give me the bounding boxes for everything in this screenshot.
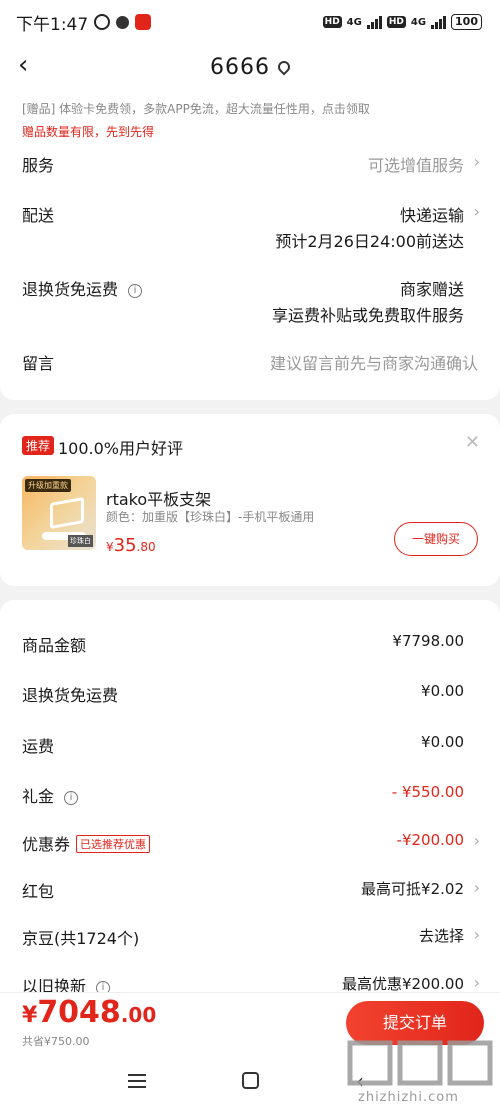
trade-in-value: 最高优惠¥200.00 [341, 975, 464, 993]
network-label-1: 4G [346, 16, 362, 28]
service-label: 服务 [22, 156, 55, 175]
message-row[interactable]: 留言 建议留言前先与商家沟通确认 [22, 350, 478, 376]
product-name[interactable]: rtako平板支架 [106, 486, 211, 510]
info-icon[interactable]: i [128, 284, 143, 298]
chevron-right-icon: › [473, 202, 480, 221]
gift-money-row: 礼金 i - ¥550.00 [22, 783, 478, 807]
info-icon[interactable]: i [64, 791, 79, 805]
alarm-icon [94, 14, 111, 30]
status-time: 下午1:47 [16, 14, 89, 35]
page-title[interactable]: 6666 [210, 55, 270, 80]
status-right: HD 4G HD 4G 100 [322, 14, 482, 30]
gift-money-label: 礼金 i [22, 783, 79, 807]
product-price: ¥35.80 [106, 535, 156, 556]
delivery-row[interactable]: 配送 快递运输 预计2月26日24:00前送达 › [22, 202, 480, 254]
return-fee-label-text: 退换货免运费 [22, 280, 119, 299]
goods-amount-label: 商品金额 [22, 636, 87, 655]
network-label-2: 4G [410, 16, 427, 28]
recommend-tag: 推荐 [22, 436, 55, 455]
gift-money-value: - ¥550.00 [391, 783, 464, 801]
redpack-value: 最高可抵¥2.02 [361, 880, 464, 898]
amount-summary-card: 商品金额 ¥7798.00 退换货免运费 ¥0.00 运费 ¥0.00 礼金 i … [0, 600, 500, 1020]
return-fee-value: 商家赠送 [399, 280, 464, 299]
return-fee-row[interactable]: 退换货免运费 i 商家赠送 享运费补贴或免费取件服务 [22, 276, 478, 328]
return-shipping-row: 退换货免运费 ¥0.00 [22, 682, 478, 706]
menu-icon[interactable] [128, 1074, 146, 1088]
price-int: 35 [113, 535, 137, 556]
chevron-right-icon: › [473, 973, 480, 992]
delivery-eta: 预计2月26日24:00前送达 [275, 232, 464, 251]
coupon-badge: 已选推荐优惠 [76, 835, 151, 853]
gift-money-label-text: 礼金 [22, 787, 55, 806]
app-notification-icon [135, 14, 152, 30]
return-shipping-label: 退换货免运费 [22, 686, 119, 705]
back-icon[interactable]: ‹ [18, 52, 42, 78]
order-total: ¥7048.00 [22, 995, 156, 1030]
coupon-label: 优惠券 已选推荐优惠 [22, 831, 151, 855]
header: ‹ 6666 [0, 44, 500, 90]
goods-amount-value: ¥7798.00 [392, 632, 464, 650]
jd-beans-value: 去选择 [418, 927, 464, 945]
total-dec: .00 [120, 1003, 157, 1027]
notification-dot-icon [116, 15, 130, 29]
goods-amount-row: 商品金额 ¥7798.00 [22, 632, 478, 656]
order-options-card: [赠品] 体验卡免费领，多款APP免流，超大流量任性用，点击领取 赠品数量有限，… [0, 90, 500, 400]
coupon-label-text: 优惠券 [22, 835, 71, 854]
coupon-value: -¥200.00 [396, 831, 464, 849]
recommend-title: 100.0%用户好评 [58, 439, 184, 458]
service-value: 可选增值服务 [367, 156, 464, 175]
chevron-right-icon: › [473, 925, 480, 944]
shipping-value: ¥0.00 [421, 733, 464, 751]
message-label: 留言 [22, 354, 55, 373]
hd-icon-2: HD [386, 16, 406, 28]
product-spec: 颜色：加重版【珍珠白】-手机平板通用 [106, 510, 315, 524]
gift-line[interactable]: [赠品] 体验卡免费领，多款APP免流，超大流量任性用，点击领取 [22, 100, 370, 117]
message-input[interactable]: 建议留言前先与商家沟通确认 [270, 350, 478, 374]
total-saved: 共省¥750.00 [22, 1035, 90, 1048]
product-thumbnail[interactable]: 升级加重款 珍珠白 [22, 476, 96, 550]
price-dec: .80 [136, 540, 156, 554]
redpack-row[interactable]: 红包 最高可抵¥2.02 › [22, 878, 480, 902]
one-click-buy-button[interactable]: 一键购买 [394, 522, 478, 556]
return-fee-sub: 享运费补贴或免费取件服务 [271, 306, 464, 325]
gift-warning: 赠品数量有限，先到先得 [22, 125, 155, 139]
total-currency: ¥ [22, 1003, 38, 1028]
shipping-row: 运费 ¥0.00 [22, 733, 478, 757]
chevron-right-icon: › [473, 878, 480, 897]
status-bar: 下午1:47 HD 4G HD 4G 100 [0, 0, 500, 44]
status-left: 下午1:47 [16, 10, 152, 35]
thumbnail-tag: 升级加重款 [25, 479, 71, 492]
shipping-label: 运费 [22, 737, 55, 756]
home-icon[interactable] [242, 1072, 259, 1089]
chevron-right-icon: › [473, 831, 480, 850]
thumbnail-color-tag: 珍珠白 [68, 535, 93, 547]
close-icon[interactable]: ✕ [465, 432, 480, 453]
jd-beans-row[interactable]: 京豆(共1724个) 去选择 › [22, 925, 480, 949]
battery-icon: 100 [451, 14, 482, 30]
delivery-label: 配送 [22, 206, 55, 225]
return-fee-label: 退换货免运费 i [22, 276, 143, 300]
jd-beans-label: 京豆(共1724个) [22, 929, 140, 948]
tablet-stand-graphic [50, 497, 84, 529]
signal-icon [366, 15, 382, 29]
recommend-card: 推荐 100.0%用户好评 ✕ 升级加重款 珍珠白 rtako平板支架 颜色：加… [0, 414, 500, 586]
price-symbol: ¥ [106, 540, 114, 554]
redpack-label: 红包 [22, 882, 55, 901]
watermark-text: zhizhizhi.com [358, 1090, 459, 1105]
signal-icon-2 [431, 15, 447, 29]
coupon-row[interactable]: 优惠券 已选推荐优惠 -¥200.00 › [22, 831, 480, 855]
hd-icon: HD [322, 16, 342, 28]
chevron-right-icon: › [473, 152, 480, 171]
total-int: 7048 [37, 995, 121, 1030]
return-shipping-value: ¥0.00 [421, 682, 464, 700]
location-pin-icon[interactable] [275, 58, 293, 76]
delivery-value: 快递运输 [399, 206, 464, 225]
service-row[interactable]: 服务 可选增值服务 › [22, 152, 480, 178]
